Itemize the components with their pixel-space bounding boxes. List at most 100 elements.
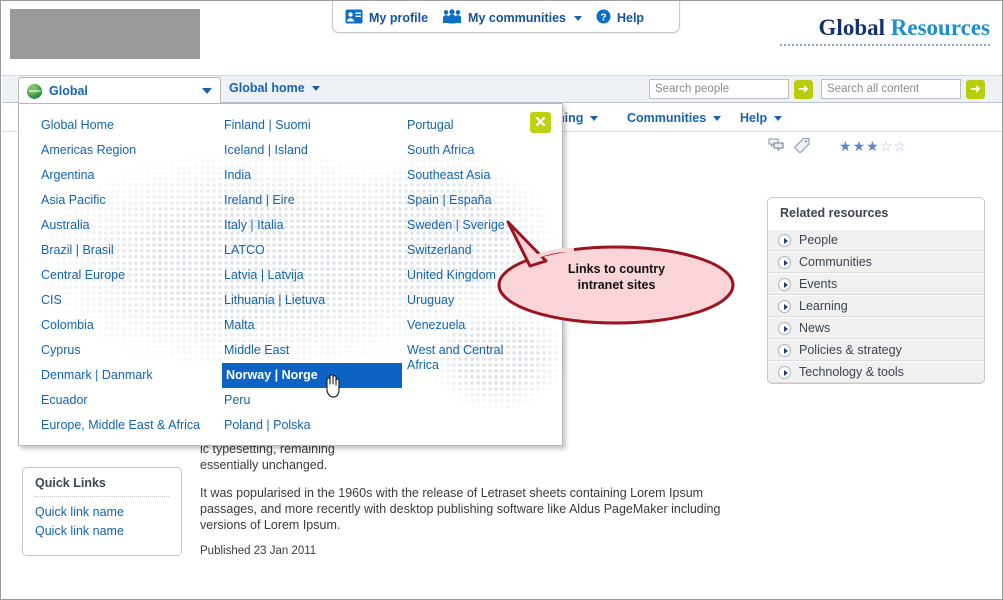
question-circle-icon: ? [596,9,611,27]
quick-links-title: Quick Links [35,476,169,497]
related-item-communities[interactable]: Communities [768,251,984,273]
globe-icon [27,83,42,99]
dropdown-item-latvia[interactable]: Latvia | Latvija [222,263,402,288]
brand-word-global: Global [818,15,886,40]
dropdown-item-poland[interactable]: Poland | Polska [222,413,402,438]
dropdown-item-southeast-asia[interactable]: Southeast Asia [405,163,535,188]
brand-divider [780,44,990,46]
dropdown-column-2: Finland | Suomi Iceland | Island India I… [222,113,402,438]
chevron-down-icon [774,115,783,121]
arrow-right-icon [778,343,791,357]
dropdown-item-italy[interactable]: Italy | Italia [222,213,402,238]
brand-logo: Global Resources [780,15,990,46]
dropdown-item-switzerland[interactable]: Switzerland [405,238,535,263]
share-icon[interactable] [767,137,785,153]
related-item-learning[interactable]: Learning [768,295,984,317]
dropdown-item-denmark[interactable]: Denmark | Danmark [39,363,224,388]
related-item-technology-tools[interactable]: Technology & tools [768,361,984,383]
search-people-group [649,79,813,99]
my-communities-link[interactable]: My communities [442,9,582,27]
dropdown-column-1: Global Home Americas Region Argentina As… [39,113,224,438]
dropdown-item-finland[interactable]: Finland | Suomi [222,113,402,138]
arrow-right-icon [778,321,791,335]
tag-icon[interactable] [793,137,811,154]
dropdown-item-cyprus[interactable]: Cyprus [39,338,224,363]
profile-card-icon [345,9,363,27]
star-2-icon[interactable]: ★ [853,139,866,153]
dropdown-item-central-europe[interactable]: Central Europe [39,263,224,288]
tab-global[interactable]: Global [18,77,221,104]
dropdown-item-peru[interactable]: Peru [222,388,402,413]
dropdown-item-colombia[interactable]: Colombia [39,313,224,338]
arrow-right-icon [778,299,791,313]
dropdown-item-norway[interactable]: Norway | Norge [222,363,402,388]
dropdown-item-uruguay[interactable]: Uruguay [405,288,535,313]
nav-item-learning[interactable]: ning [557,111,599,125]
dropdown-item-venezuela[interactable]: Venezuela [405,313,535,338]
country-dropdown-panel: ✕ Global Home Americas Region Argentina … [18,103,563,446]
search-content-input[interactable] [821,79,961,99]
close-icon[interactable]: ✕ [530,112,551,133]
dropdown-item-brazil[interactable]: Brazil | Brasil [39,238,224,263]
dropdown-item-spain[interactable]: Spain | España [405,188,535,213]
chevron-down-icon [590,115,599,121]
my-profile-link[interactable]: My profile [345,9,428,27]
browser-page: My profile My communities ? Help Global … [0,0,1003,600]
tab-global-home[interactable]: Global home [229,81,320,95]
related-item-label: Communities [799,255,872,269]
dropdown-item-asia-pacific[interactable]: Asia Pacific [39,188,224,213]
star-4-icon[interactable]: ☆ [880,139,893,153]
star-1-icon[interactable]: ★ [839,139,852,153]
dropdown-item-ecuador[interactable]: Ecuador [39,388,224,413]
article-line-3b: essentially unchanged. [200,458,328,472]
dropdown-item-cis[interactable]: CIS [39,288,224,313]
dropdown-item-americas-region[interactable]: Americas Region [39,138,224,163]
dropdown-item-ireland[interactable]: Ireland | Eire [222,188,402,213]
chevron-down-icon [713,115,722,121]
star-3-icon[interactable]: ★ [866,139,879,153]
help-link[interactable]: ? Help [596,9,644,27]
quick-link-1[interactable]: Quick link name [35,505,169,519]
related-item-people[interactable]: People [768,229,984,251]
related-item-news[interactable]: News [768,317,984,339]
arrow-right-icon [778,277,791,291]
dropdown-item-australia[interactable]: Australia [39,213,224,238]
dropdown-item-global-home[interactable]: Global Home [39,113,224,138]
logo-placeholder [10,9,200,59]
utility-menu: My profile My communities ? Help [332,1,680,33]
related-item-events[interactable]: Events [768,273,984,295]
star-5-icon[interactable]: ☆ [893,139,906,153]
dropdown-item-middle-east[interactable]: Middle East [222,338,402,363]
my-profile-label: My profile [369,11,429,25]
nav-item-communities[interactable]: Communities [627,111,722,125]
quick-links-panel: Quick Links Quick link name Quick link n… [22,467,182,556]
tab-global-label: Global [49,84,88,98]
search-people-go-button[interactable] [794,79,813,99]
dropdown-item-united-kingdom[interactable]: United Kingdom [405,263,535,288]
dropdown-item-india[interactable]: India [222,163,402,188]
search-people-input[interactable] [649,79,789,99]
related-item-policies-strategy[interactable]: Policies & strategy [768,339,984,361]
brand-word-resources: Resources [890,15,990,40]
related-item-label: Events [799,277,838,291]
dropdown-item-west-and-central-africa[interactable]: West and Central Africa [405,338,535,378]
dropdown-item-portugal[interactable]: Portugal [405,113,535,138]
dropdown-item-malta[interactable]: Malta [222,313,402,338]
related-item-label: People [799,233,838,247]
related-resources-panel: Related resources People Communities Eve… [767,197,985,384]
dropdown-item-latco[interactable]: LATCO [222,238,402,263]
quick-link-2[interactable]: Quick link name [35,524,169,538]
dropdown-item-emea[interactable]: Europe, Middle East & Africa [39,413,224,438]
dropdown-item-argentina[interactable]: Argentina [39,163,224,188]
search-content-go-button[interactable] [966,79,985,99]
tab-global-home-label: Global home [229,81,305,95]
dropdown-item-lithuania[interactable]: Lithuania | Lietuva [222,288,402,313]
nav-item-help[interactable]: Help [740,111,783,125]
dropdown-item-iceland[interactable]: Iceland | Island [222,138,402,163]
dropdown-item-sweden[interactable]: Sweden | Sverige [405,213,535,238]
arrow-right-icon [778,365,791,379]
nav-item-help-label: Help [740,111,768,125]
nav-item-communities-label: Communities [627,111,707,125]
dropdown-item-south-africa[interactable]: South Africa [405,138,535,163]
rating-stars[interactable]: ★ ★ ★ ☆ ☆ [839,139,906,153]
